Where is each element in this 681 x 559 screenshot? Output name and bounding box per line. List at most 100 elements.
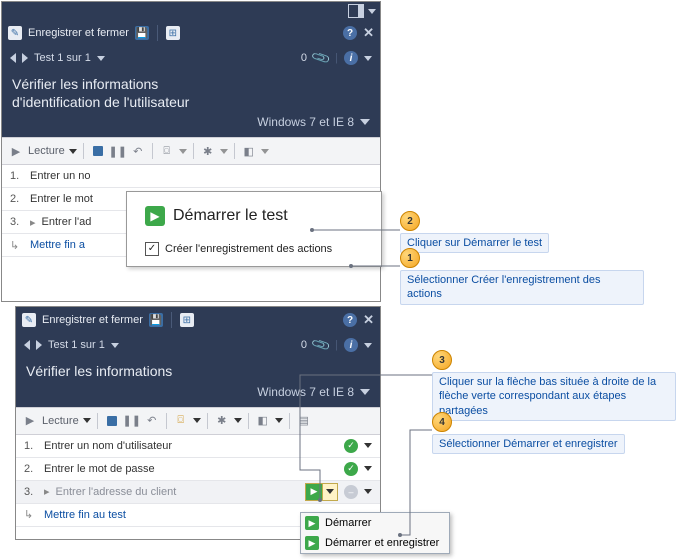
callout-label: Sélectionner Créer l'enregistrement des …	[400, 270, 644, 305]
play-mode-icon[interactable]: ▶	[8, 143, 24, 159]
paperclip-icon[interactable]: 📎	[310, 47, 332, 69]
save-icon[interactable]: 💾	[149, 313, 163, 327]
arrow-icon: ↳	[24, 508, 38, 521]
play-icon: ▶	[305, 536, 319, 550]
nav-bar-1: Test 1 sur 1 0 📎 | i	[2, 46, 380, 70]
new-window-icon[interactable]: ⊞	[180, 313, 194, 327]
step-row[interactable]: 1. Entrer un no	[2, 165, 380, 188]
play-step-dropdown-icon[interactable]	[322, 484, 337, 500]
nav-bar-2: Test 1 sur 1 0 📎 | i	[16, 333, 380, 357]
paperclip-icon[interactable]: 📎	[310, 334, 332, 356]
expand-icon[interactable]: ▸	[30, 216, 36, 229]
end-test-label: Mettre fin a	[30, 239, 85, 251]
create-recording-checkbox-row[interactable]: ✓ Créer l'enregistrement des actions	[145, 242, 367, 256]
expand-icon[interactable]: ▸	[44, 485, 50, 498]
save-close-button[interactable]: Enregistrer et fermer	[42, 314, 143, 326]
status-dd-icon[interactable]	[364, 466, 372, 471]
step-text: Entrer un no	[30, 170, 91, 182]
mode-dropdown-icon[interactable]	[83, 418, 91, 423]
header-block-2: Vérifier les informations Windows 7 et I…	[16, 357, 380, 407]
callout-badge: 4	[432, 412, 452, 432]
camera-dd-icon[interactable]	[193, 418, 201, 423]
layout-dropdown-icon[interactable]	[368, 9, 376, 14]
note-dd-icon[interactable]	[275, 418, 283, 423]
callout-1: 1 Sélectionner Créer l'enregistrement de…	[400, 248, 644, 305]
step-row[interactable]: 2. Entrer le mot de passe ✓	[16, 458, 380, 481]
play-mode-icon[interactable]: ▶	[22, 413, 38, 429]
stop-icon[interactable]	[90, 143, 106, 159]
play-icon: ▶	[305, 516, 319, 530]
test-dropdown-icon[interactable]	[97, 56, 105, 61]
play-step-split-button[interactable]: ▶	[305, 483, 338, 501]
test-counter: Test 1 sur 1	[34, 52, 91, 64]
callout-badge: 1	[400, 248, 420, 268]
note-icon[interactable]: ◧	[241, 143, 257, 159]
camera-icon[interactable]: ⌼	[173, 413, 189, 429]
undo-icon[interactable]: ↶	[130, 143, 146, 159]
step-row[interactable]: 1. Entrer un nom d'utilisateur ✓	[16, 435, 380, 458]
help-icon[interactable]: ?	[343, 313, 357, 327]
play-step-icon[interactable]: ▶	[306, 484, 322, 500]
step-text: Entrer le mot	[30, 193, 93, 205]
bug-dd-icon[interactable]	[234, 418, 242, 423]
info-icon[interactable]: i	[344, 51, 358, 65]
toolbar-mode-label[interactable]: Lecture	[42, 415, 79, 427]
save-close-button[interactable]: Enregistrer et fermer	[28, 27, 129, 39]
next-test-icon[interactable]	[36, 340, 42, 350]
callout-label: Sélectionner Démarrer et enregistrer	[432, 434, 625, 454]
info-dropdown-icon[interactable]	[364, 343, 372, 348]
toolbar-mode-label[interactable]: Lecture	[28, 145, 65, 157]
status-dd-icon[interactable]	[364, 489, 372, 494]
prev-test-icon[interactable]	[10, 53, 16, 63]
next-test-icon[interactable]	[22, 53, 28, 63]
mode-dropdown-icon[interactable]	[69, 149, 77, 154]
extra-icon[interactable]: ▤	[296, 413, 312, 429]
status-dd-icon[interactable]	[364, 443, 372, 448]
stop-icon[interactable]	[104, 413, 120, 429]
pause-icon[interactable]: ❚❚	[110, 143, 126, 159]
callout-4: 4 Sélectionner Démarrer et enregistrer	[432, 412, 625, 454]
attachment-count: 0	[301, 339, 307, 351]
env-dropdown-icon[interactable]	[360, 389, 370, 395]
bug-icon[interactable]: ✱	[200, 143, 216, 159]
close-icon[interactable]: ✕	[363, 312, 374, 328]
menu-item-start-record[interactable]: ▶ Démarrer et enregistrer	[301, 533, 449, 553]
page-title-line1: Vérifier les informations	[12, 76, 158, 92]
outer-frame-2: ✎ Enregistrer et fermer 💾 ⊞ ? ✕ Test 1 s…	[15, 306, 381, 540]
callout-badge: 3	[432, 350, 452, 370]
save-icon[interactable]: 💾	[135, 26, 149, 40]
arrow-icon: ↳	[10, 239, 24, 252]
play-icon: ▶	[145, 206, 165, 226]
info-icon[interactable]: i	[344, 338, 358, 352]
attachment-count: 0	[301, 52, 307, 64]
camera-icon[interactable]: ⌼	[159, 143, 175, 159]
camera-dd-icon[interactable]	[179, 149, 187, 154]
step-text: Entrer l'adresse du client	[56, 486, 299, 498]
info-dropdown-icon[interactable]	[364, 56, 372, 61]
undo-icon[interactable]: ↶	[144, 413, 160, 429]
help-icon[interactable]: ?	[343, 26, 357, 40]
menu-item-start[interactable]: ▶ Démarrer	[301, 513, 449, 533]
bug-icon[interactable]: ✱	[214, 413, 230, 429]
layout-icon[interactable]	[348, 4, 364, 18]
checkbox-icon[interactable]: ✓	[145, 242, 159, 256]
status-none-icon[interactable]: –	[344, 485, 358, 499]
prev-test-icon[interactable]	[24, 340, 30, 350]
bug-dd-icon[interactable]	[220, 149, 228, 154]
env-dropdown-icon[interactable]	[360, 119, 370, 125]
step-text: Entrer un nom d'utilisateur	[44, 440, 338, 452]
header-block-1: Vérifier les informations d'identificati…	[2, 70, 380, 137]
test-window-2: ✎ Enregistrer et fermer 💾 ⊞ ? ✕ Test 1 s…	[16, 307, 380, 539]
end-test-label: Mettre fin au test	[44, 509, 126, 521]
environment-label: Windows 7 et IE 8	[257, 385, 354, 399]
step-row-shared[interactable]: 3. ▸ Entrer l'adresse du client ▶ –	[16, 481, 380, 504]
test-dropdown-icon[interactable]	[111, 343, 119, 348]
note-dd-icon[interactable]	[261, 149, 269, 154]
pause-icon[interactable]: ❚❚	[124, 413, 140, 429]
status-pass-icon[interactable]: ✓	[344, 439, 358, 453]
status-pass-icon[interactable]: ✓	[344, 462, 358, 476]
close-icon[interactable]: ✕	[363, 25, 374, 41]
note-icon[interactable]: ◧	[255, 413, 271, 429]
new-window-icon[interactable]: ⊞	[166, 26, 180, 40]
start-test-button[interactable]: ▶ Démarrer le test	[145, 206, 367, 226]
